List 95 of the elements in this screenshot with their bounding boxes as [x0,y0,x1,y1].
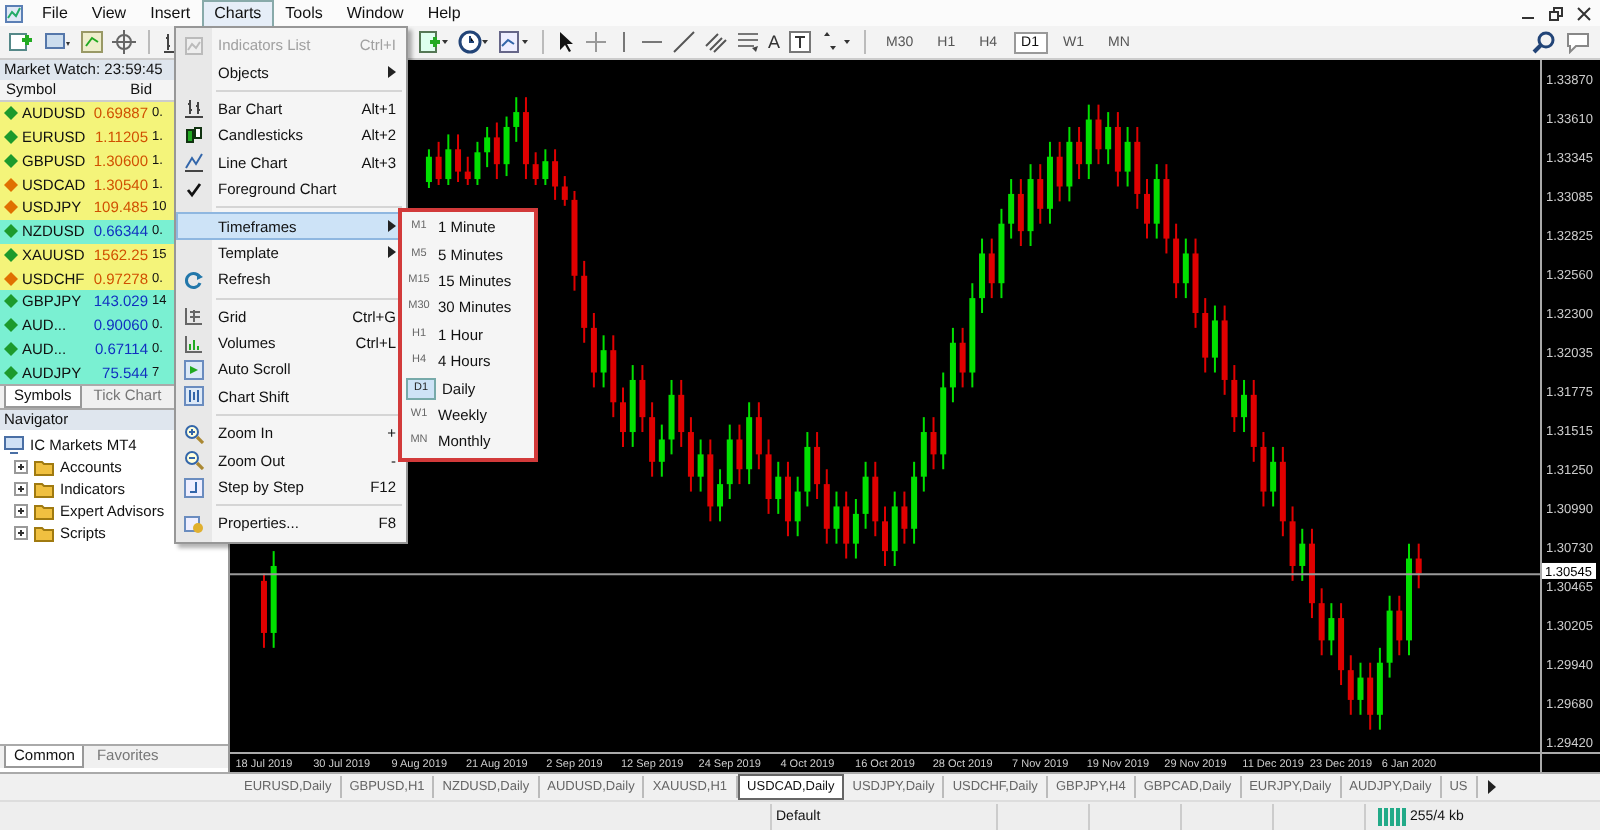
candle [1406,542,1412,657]
expand-icon[interactable] [14,460,28,474]
candle [1134,125,1141,210]
candle [1415,542,1422,590]
candle [882,505,888,567]
candle [1095,103,1102,166]
candle [1221,304,1228,396]
cursor-icon[interactable] [556,30,576,54]
restore-icon[interactable] [1548,5,1564,21]
refresh-icon [184,269,204,290]
candle [503,115,510,178]
candle [1066,125,1073,203]
menu-item[interactable]: Insert [138,0,203,27]
text-label-icon[interactable] [788,30,813,54]
scroll-right-icon[interactable] [1485,780,1498,794]
candle [901,490,908,545]
new-chart-icon[interactable] [8,30,36,54]
auto-scroll-icon [184,359,204,380]
app-icon [4,3,24,23]
candle [532,151,539,186]
candle [1386,594,1393,679]
candle [998,207,1005,300]
expand-icon[interactable] [14,482,28,496]
candle [1144,178,1150,240]
menu-item[interactable]: Charts [202,0,274,27]
candle [862,460,869,530]
trendline-icon[interactable] [672,30,696,54]
template-icon[interactable] [498,30,530,54]
candle [833,490,840,545]
candle [1124,125,1131,188]
candle [959,326,966,389]
zoom-in-icon [184,423,204,444]
candle [571,189,578,292]
candle [872,460,879,538]
candle [930,416,937,471]
candle [1153,163,1160,240]
candle [270,550,277,649]
candle [1231,364,1238,434]
candle [804,431,811,508]
candle [1289,505,1296,582]
candle [629,364,636,448]
candle [542,148,549,186]
candle [1357,661,1364,716]
candle [435,140,442,186]
menu-item[interactable]: View [79,0,139,27]
search-icon[interactable] [1532,30,1556,54]
candle [639,364,646,434]
candle [1192,237,1199,329]
candle [1396,594,1403,657]
crosshair-icon[interactable] [112,30,136,54]
candle [891,490,898,567]
candle [1056,140,1063,203]
candle [1027,163,1034,247]
step-icon [184,477,204,498]
candle [736,423,743,486]
text-tool[interactable]: A [768,32,781,52]
candle [1163,163,1170,255]
clock-icon[interactable] [458,30,490,54]
bar-chart-icon [184,98,204,119]
candle [794,475,801,538]
chart-shift-icon [184,386,204,407]
close-icon[interactable] [1576,5,1592,21]
menu-item[interactable]: Help [415,0,473,27]
candle [765,438,772,515]
arrows-icon[interactable] [820,30,853,54]
expand-icon[interactable] [14,504,28,518]
channel-icon[interactable] [704,30,728,54]
menu-item[interactable]: File [30,0,80,27]
candle [1328,602,1335,657]
candle [697,438,704,493]
line-chart-icon [184,152,204,173]
candle [425,148,432,189]
volumes-icon [184,333,204,354]
candle [260,572,267,649]
candle [600,334,607,389]
candle [474,140,481,186]
connection-bars-icon [1378,807,1406,825]
candlestick-icon [184,125,204,146]
crosshair-icon[interactable] [584,30,608,54]
candle [620,386,626,448]
candle [707,438,714,523]
properties-icon [184,513,204,534]
submenu-arrow-icon [388,66,396,79]
terminal-icon [4,436,24,454]
grid-icon [184,306,204,327]
candle [1260,431,1267,508]
candle [445,133,452,186]
candle [668,378,675,456]
candle [610,334,617,419]
zoom-out-icon [184,450,204,471]
menu-item[interactable]: Tools [273,0,335,27]
expand-icon[interactable] [14,526,28,540]
candle [1318,587,1325,657]
candle [969,282,976,389]
menu-item[interactable]: Window [334,0,416,27]
